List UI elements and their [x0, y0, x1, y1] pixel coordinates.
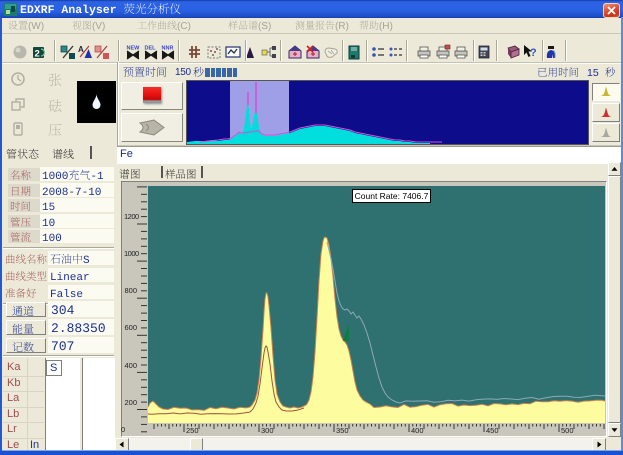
svg-text:NEW: NEW [127, 46, 141, 52]
svg-text:NNR: NNR [162, 46, 174, 52]
svg-text:?: ? [530, 47, 537, 59]
svg-text:DEL: DEL [145, 46, 157, 52]
svg-text:2: 2 [35, 49, 40, 60]
